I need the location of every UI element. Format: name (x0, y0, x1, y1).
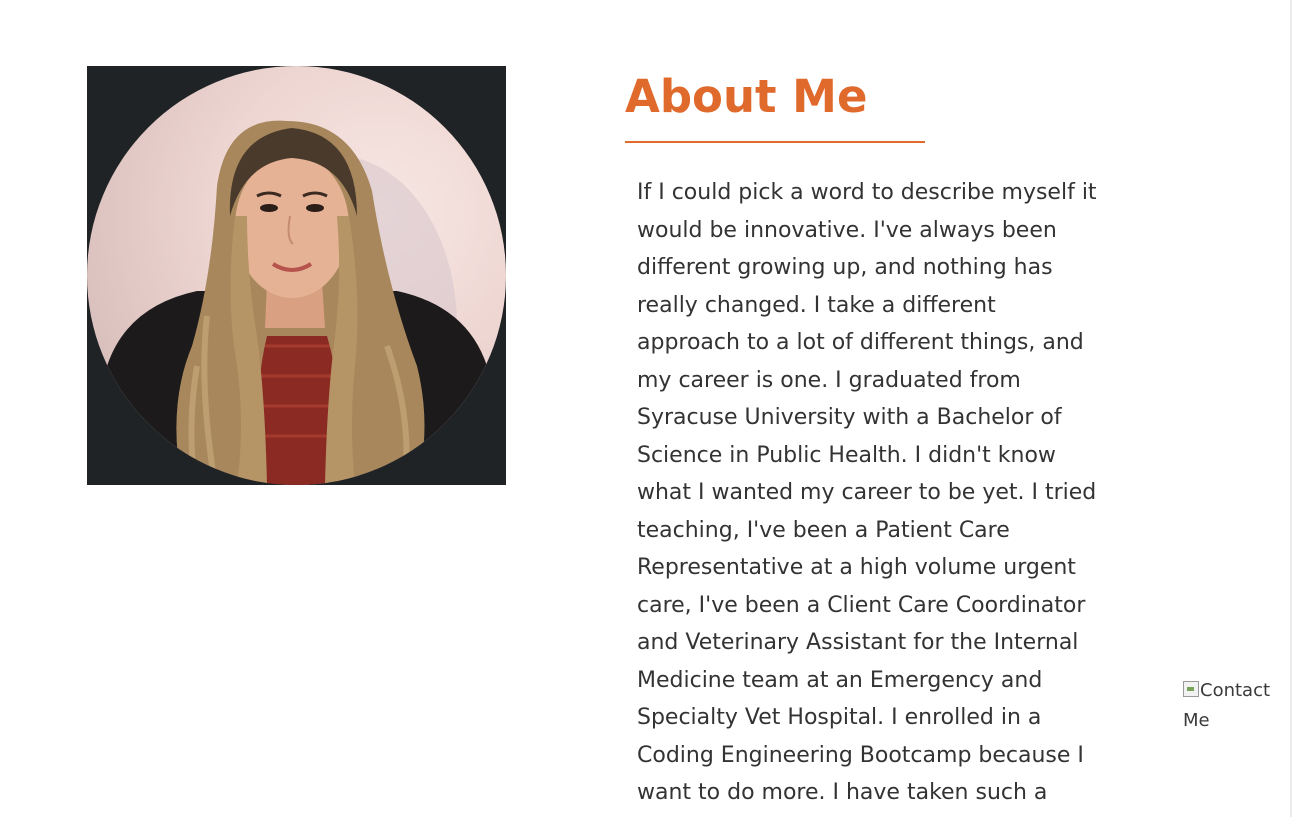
contact-me-image-link[interactable]: Contact Me (1183, 676, 1283, 736)
title-underline (625, 141, 925, 143)
about-title: About Me (625, 70, 868, 123)
about-bio: If I could pick a word to describe mysel… (637, 180, 1097, 805)
profile-photo (87, 66, 506, 485)
portrait-illustration (97, 120, 497, 485)
about-page: About Me If I could pick a word to descr… (0, 0, 1292, 817)
profile-photo-circle (87, 66, 506, 485)
broken-image-icon (1183, 681, 1199, 697)
